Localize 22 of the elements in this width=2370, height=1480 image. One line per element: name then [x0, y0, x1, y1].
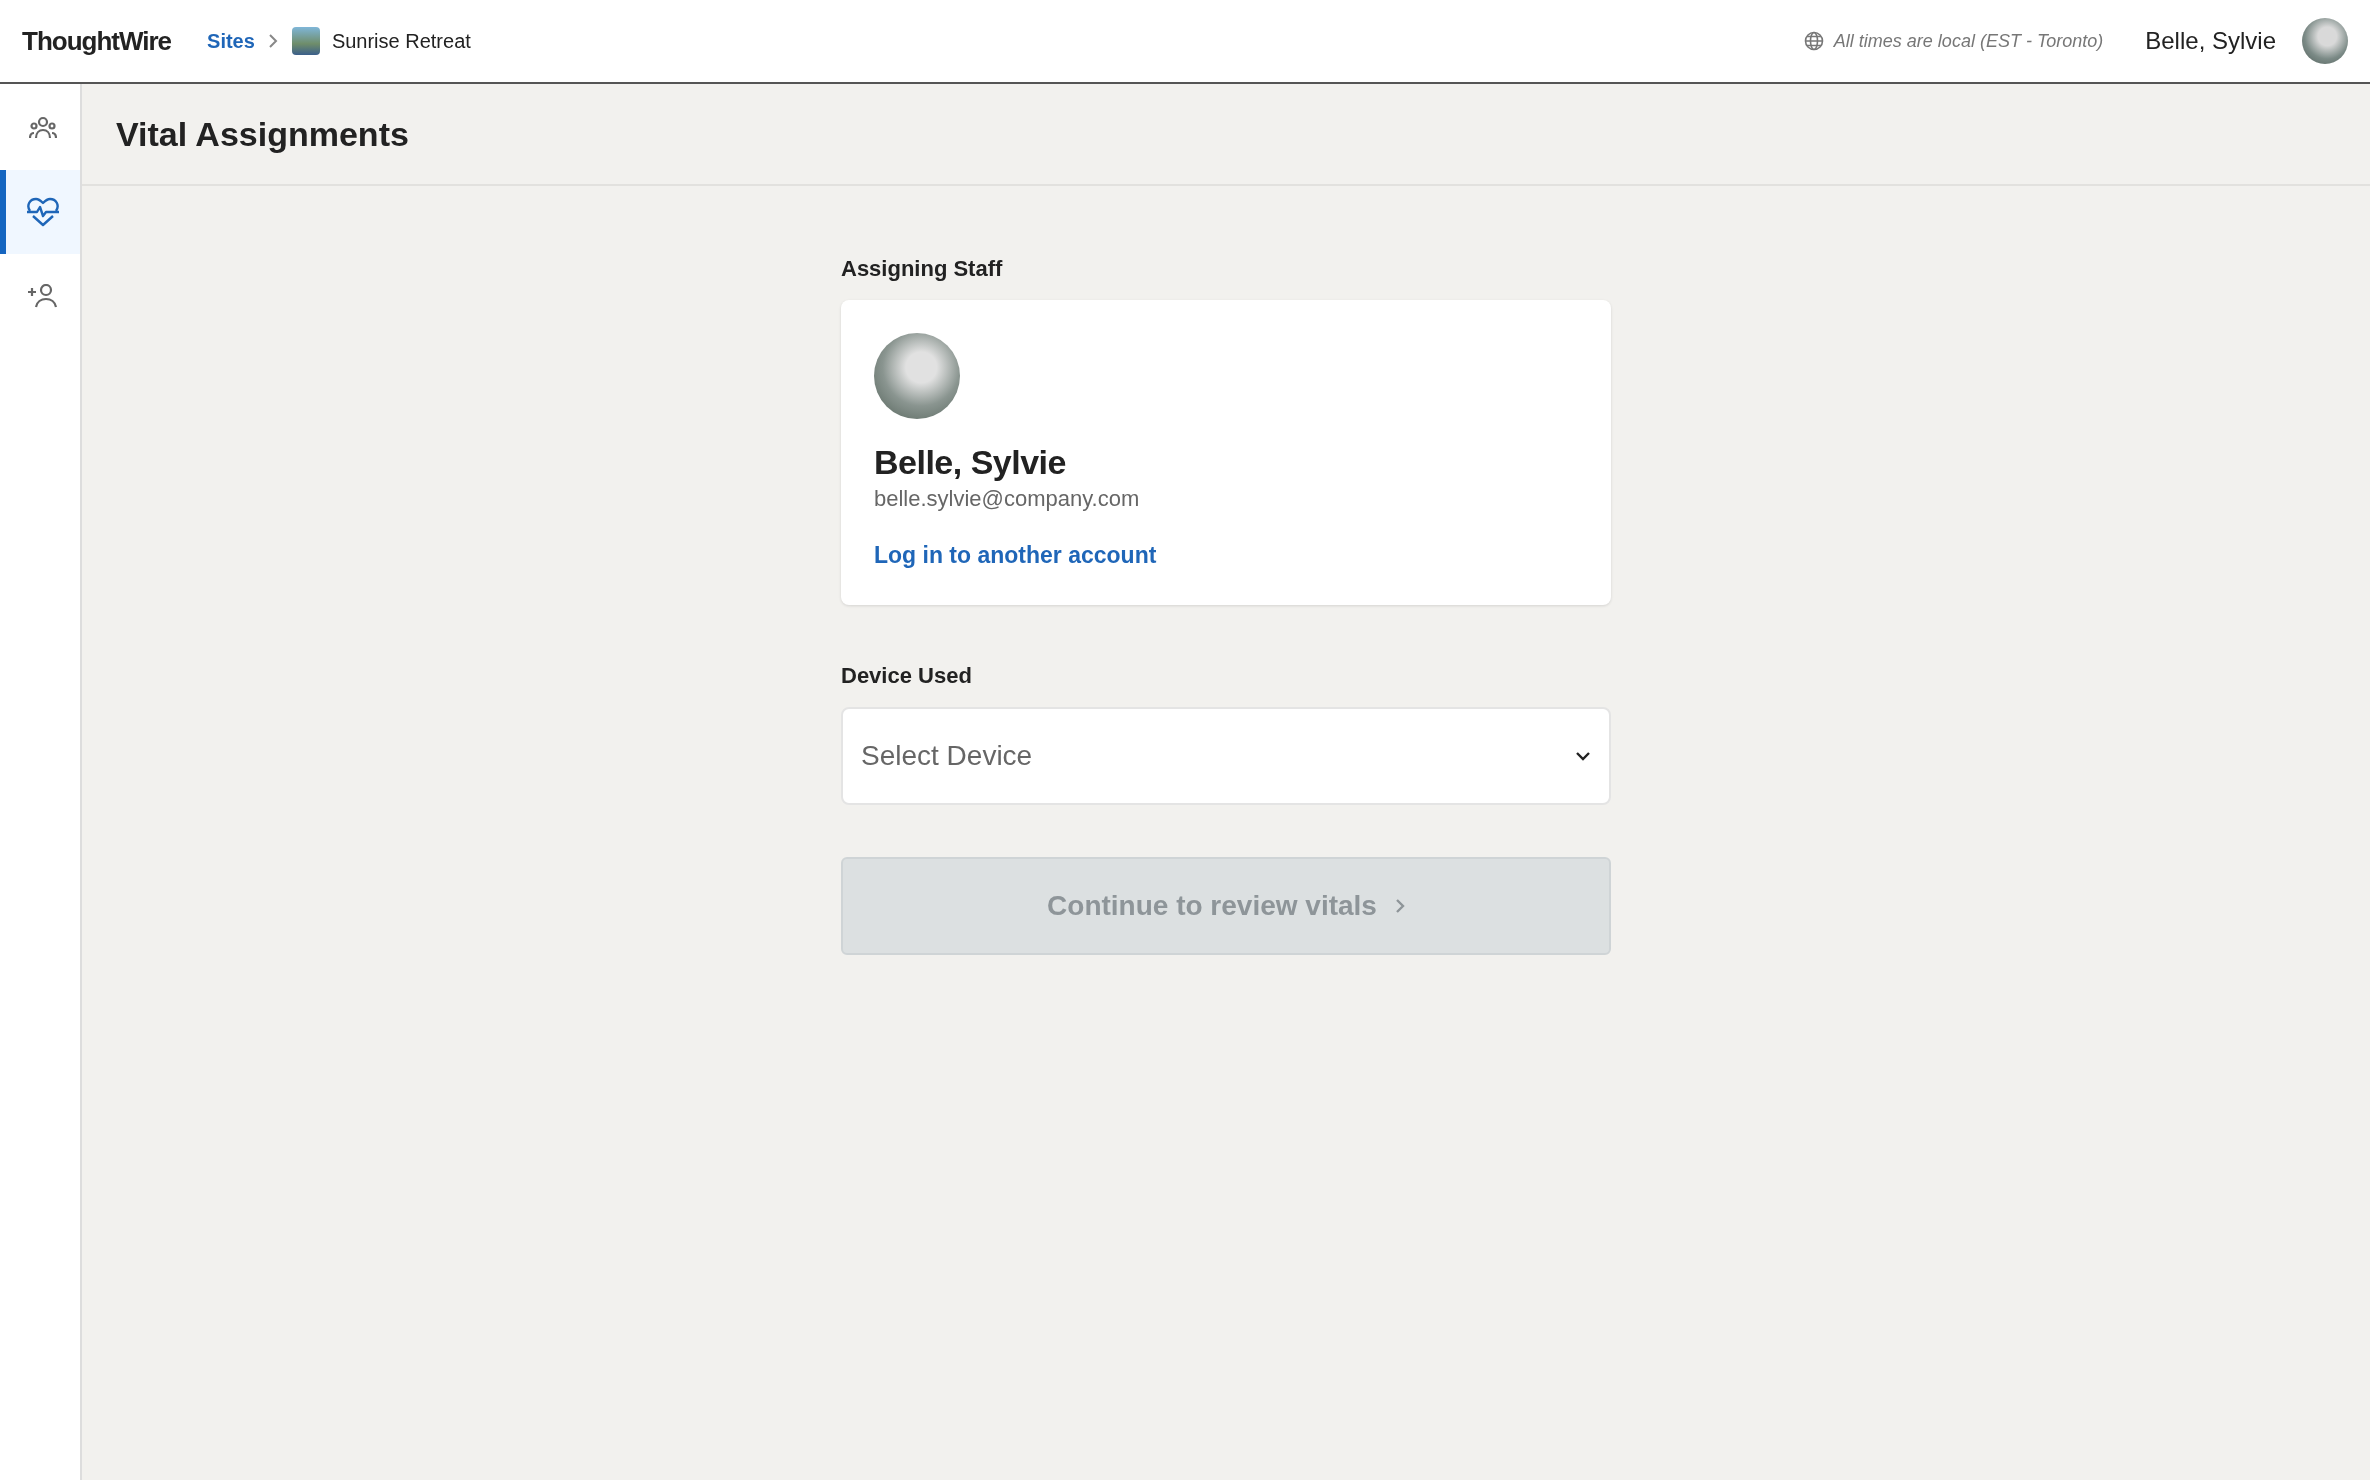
timezone-note: All times are local (EST - Toronto)	[1833, 30, 2104, 52]
heartbeat-icon	[26, 197, 60, 227]
breadcrumb-link[interactable]: Sites	[207, 29, 255, 53]
photo-placeholder	[291, 27, 320, 55]
login-link[interactable]: Log in to another account	[874, 542, 1157, 569]
staff-email: belle.sylvie@company.com	[874, 486, 1141, 512]
caret-icon	[1575, 751, 1591, 761]
add-person-icon	[27, 284, 59, 308]
chevron-icon	[268, 34, 278, 48]
user-name: Belle, Sylvie	[2145, 27, 2276, 55]
logo: ThoughtWire	[22, 25, 172, 57]
avatar[interactable]	[2302, 18, 2348, 64]
section-label: Assigning Staff	[841, 256, 1004, 282]
group-icon	[29, 116, 57, 140]
sidebar-item[interactable]	[0, 170, 80, 254]
section-label: Device Used	[841, 663, 973, 689]
globe-icon	[1803, 31, 1824, 51]
page-title: Vital Assignments	[116, 114, 409, 154]
chevron-icon	[1394, 898, 1405, 914]
device-select[interactable]: Select Device	[841, 707, 1611, 805]
staff-name: Belle, Sylvie	[874, 443, 1067, 482]
breadcrumb-current: Sunrise Retreat	[331, 29, 471, 53]
